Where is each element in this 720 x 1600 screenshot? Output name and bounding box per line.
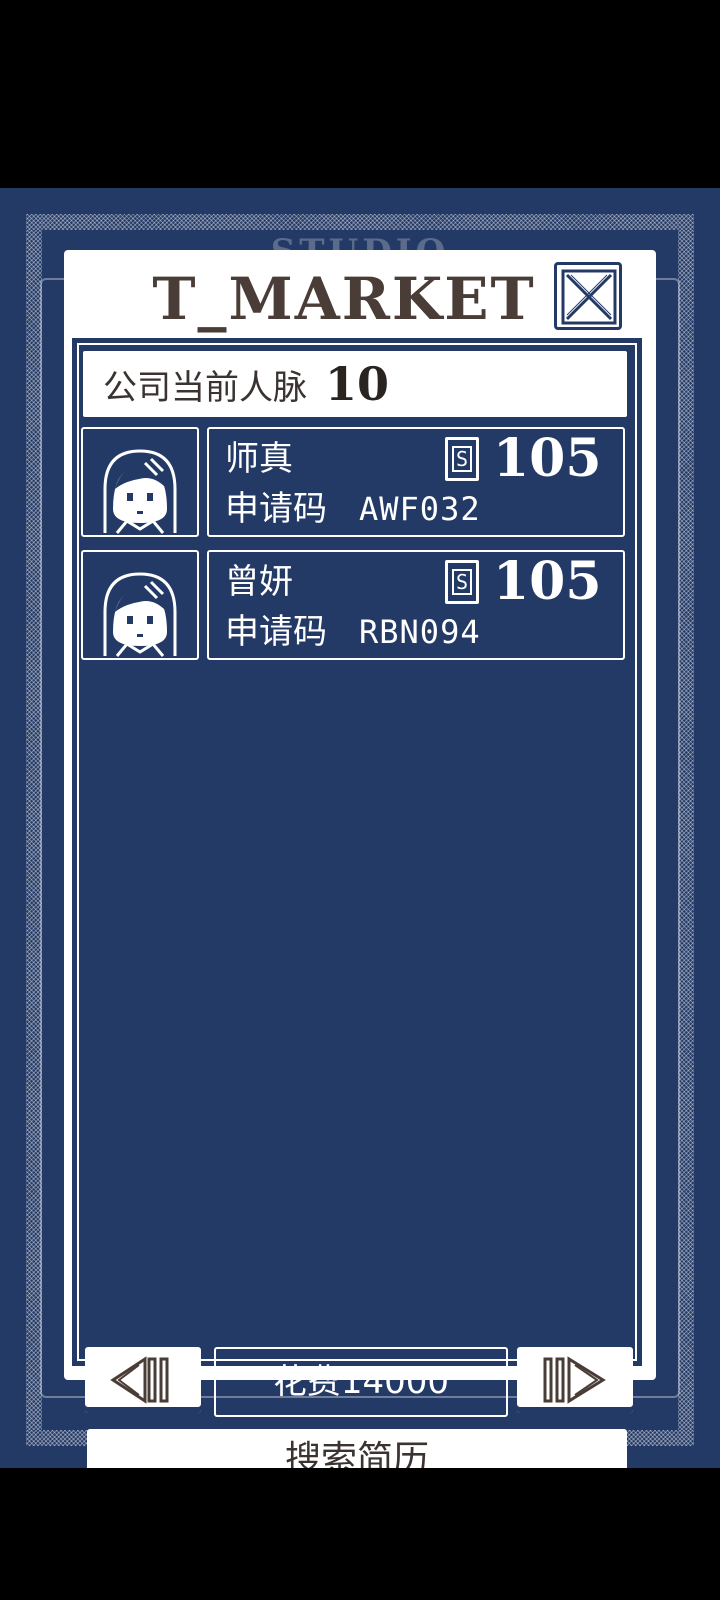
candidate-list-area: 公司当前人脉 10 师真 申请码 AWF032 S 105 曾妍 申请码 RBN… bbox=[72, 338, 642, 1468]
close-button[interactable] bbox=[554, 262, 622, 330]
candidate-card[interactable]: 师真 申请码 AWF032 S 105 bbox=[81, 427, 629, 539]
next-page-button[interactable] bbox=[517, 1347, 633, 1413]
candidate-code: RBN094 bbox=[359, 613, 481, 651]
prev-page-button[interactable] bbox=[85, 1347, 201, 1413]
candidate-card[interactable]: 曾妍 申请码 RBN094 S 105 bbox=[81, 550, 629, 662]
close-x-icon bbox=[561, 269, 617, 325]
company-contacts-bar: 公司当前人脉 10 bbox=[83, 351, 627, 417]
s-badge-icon: S bbox=[445, 437, 479, 481]
candidate-code: AWF032 bbox=[359, 490, 481, 528]
candidate-name: 曾妍 bbox=[225, 562, 293, 602]
candidate-code-label: 申请码 bbox=[225, 612, 327, 652]
search-resume-button[interactable]: 搜索简历 bbox=[87, 1429, 627, 1468]
background-watermark: STUDIO bbox=[270, 232, 450, 252]
candidate-score: 105 bbox=[493, 428, 602, 489]
candidate-name: 师真 bbox=[225, 439, 293, 479]
candidate-info: 师真 申请码 AWF032 S 105 bbox=[207, 427, 625, 537]
market-panel: T_MARKET 公司当前人脉 10 师真 申请码 AWF032 S 105 曾… bbox=[64, 250, 656, 1468]
next-arrow-icon bbox=[543, 1356, 606, 1404]
girl-avatar-icon bbox=[103, 449, 177, 534]
avatar bbox=[81, 427, 199, 537]
panel-title: T_MARKET bbox=[152, 265, 536, 333]
girl-avatar-icon bbox=[103, 572, 177, 657]
game-screen: STUDIO T_MARKET 公司当前人脉 10 师真 申请码 AWF032 … bbox=[0, 188, 720, 1468]
contacts-label: 公司当前人脉 bbox=[103, 367, 307, 408]
avatar bbox=[81, 550, 199, 660]
candidate-score: 105 bbox=[493, 551, 602, 612]
contacts-value: 10 bbox=[325, 357, 390, 411]
s-badge-icon: S bbox=[445, 560, 479, 604]
candidate-info: 曾妍 申请码 RBN094 S 105 bbox=[207, 550, 625, 660]
prev-arrow-icon bbox=[110, 1356, 169, 1404]
search-cost: 花费14000 bbox=[214, 1347, 508, 1417]
candidate-code-label: 申请码 bbox=[225, 489, 327, 529]
